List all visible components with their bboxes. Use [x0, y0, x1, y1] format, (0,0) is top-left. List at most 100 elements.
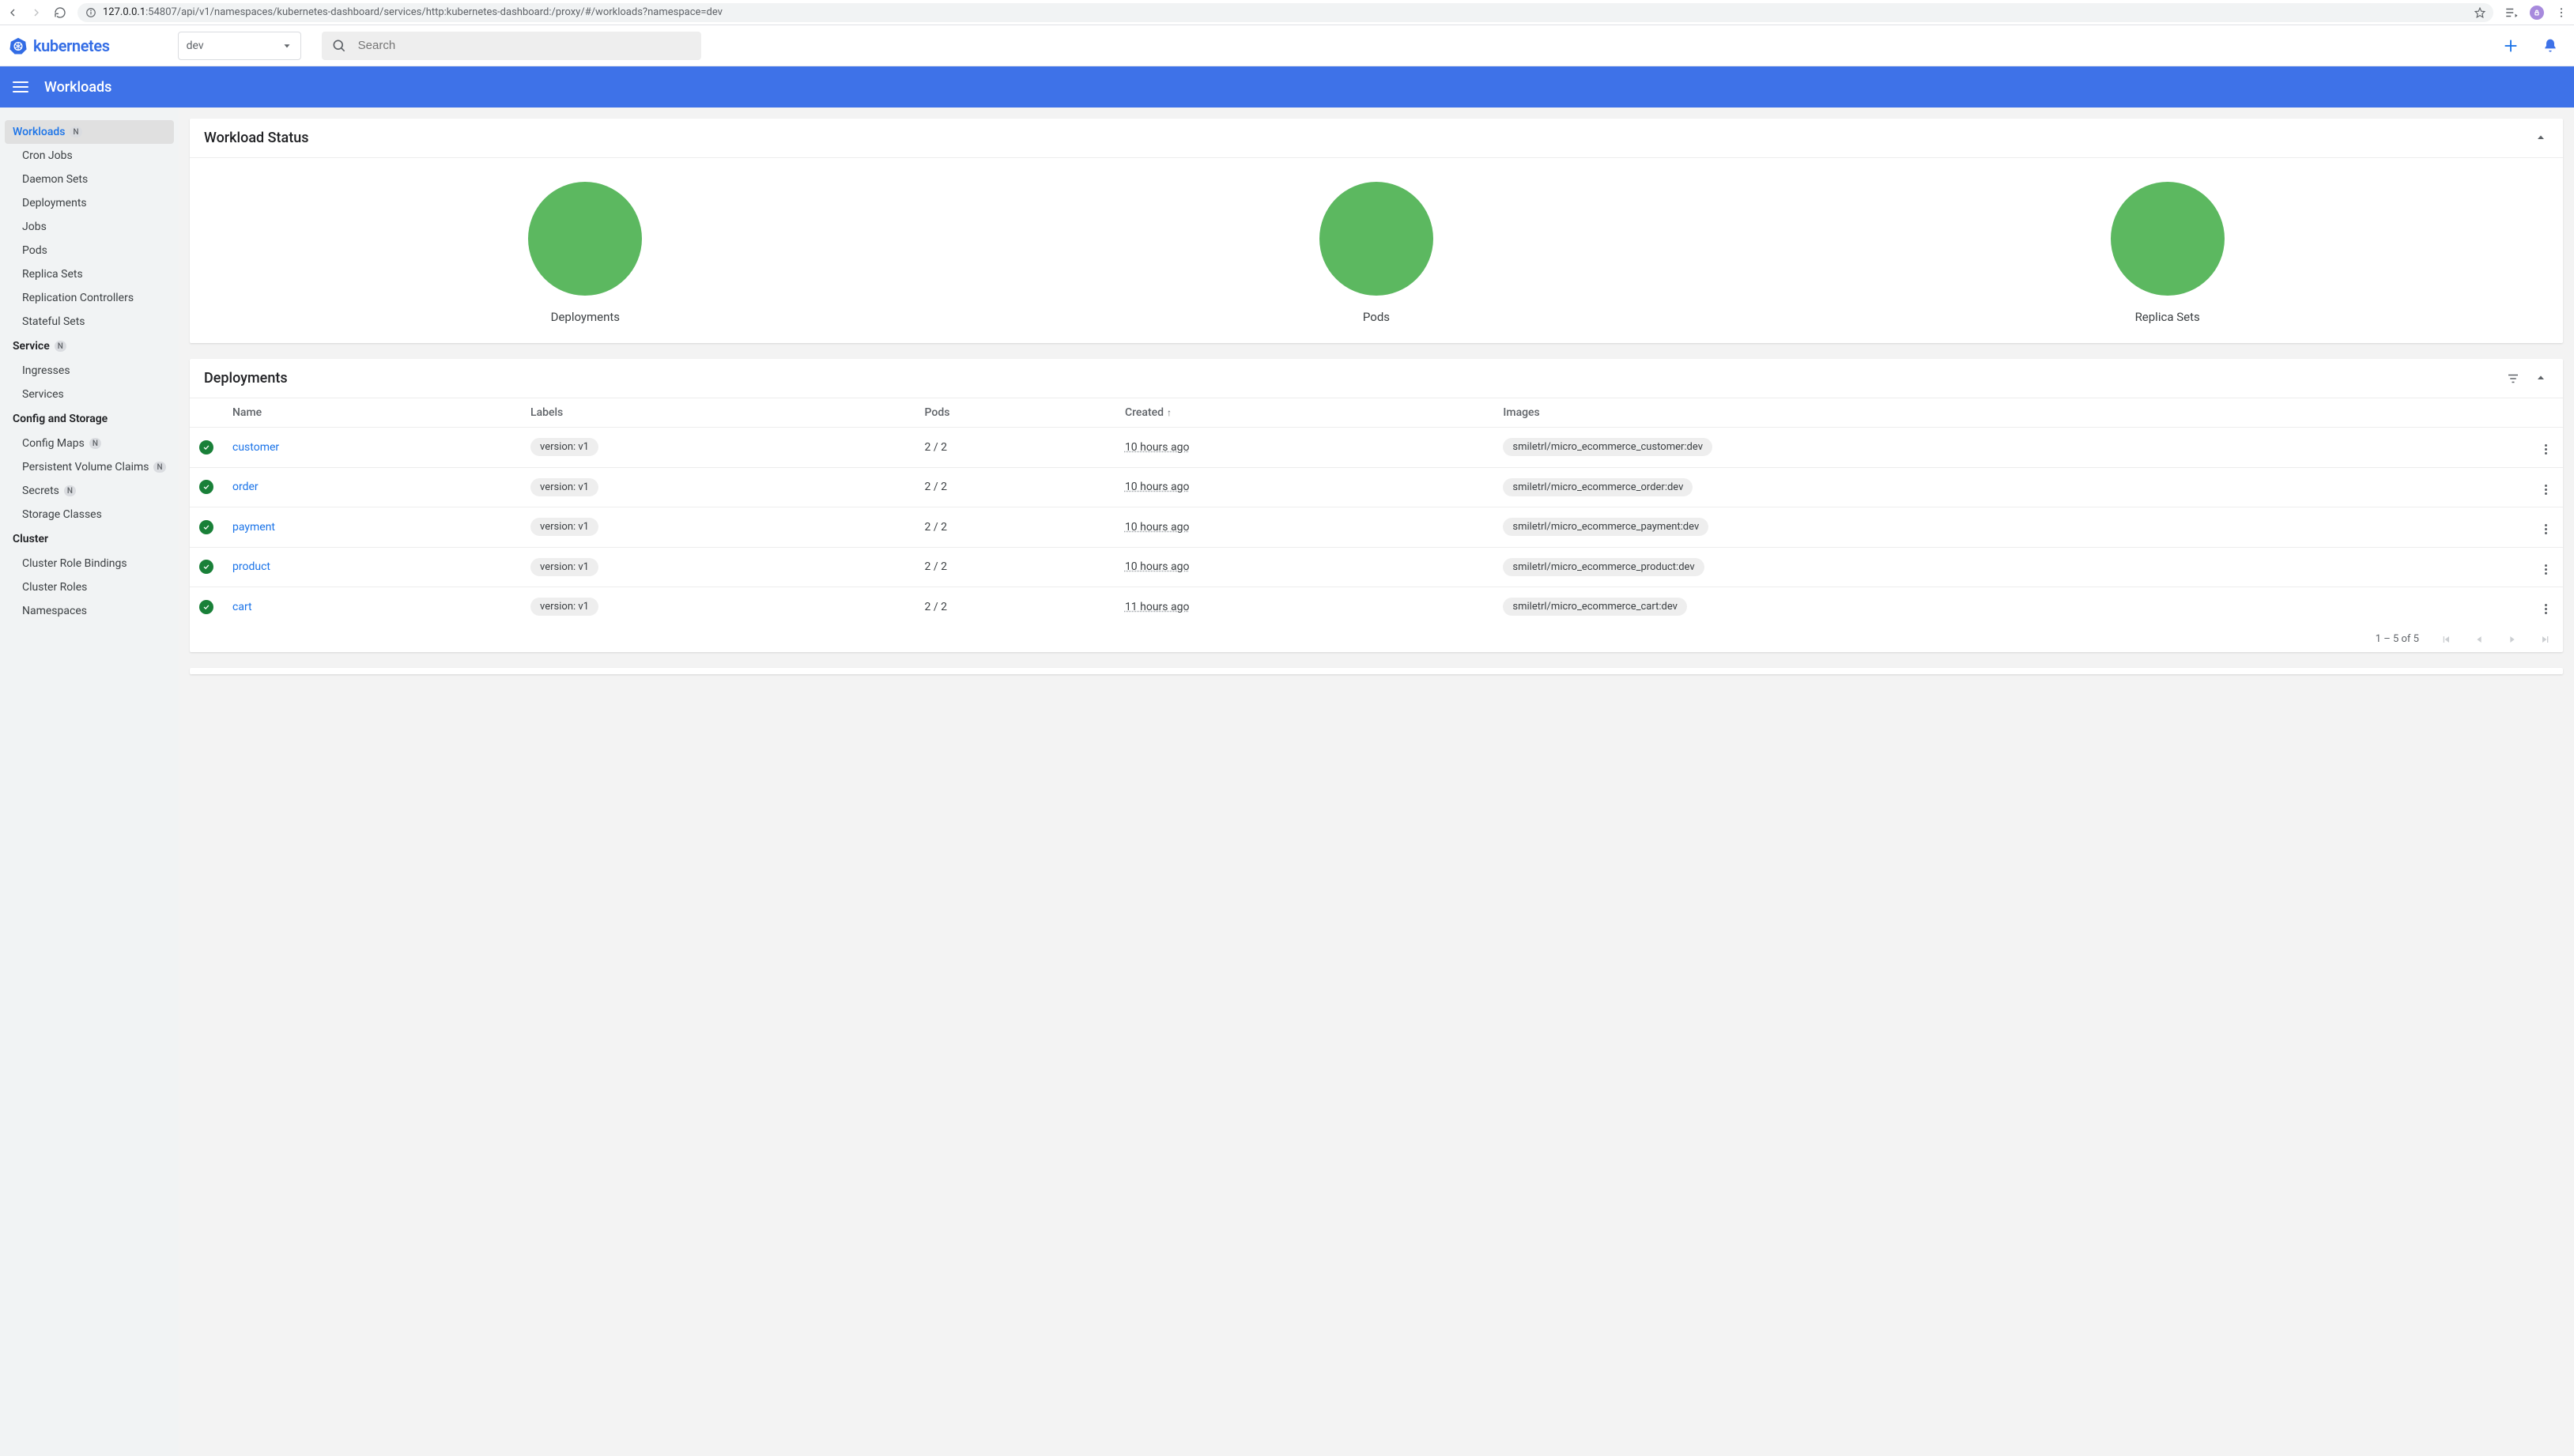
sidebar-section-service[interactable]: Service N [5, 334, 174, 359]
page-title: Workloads [44, 79, 111, 96]
sidebar-item-config-maps[interactable]: Config Maps N [5, 432, 174, 455]
namespace-value: dev [187, 40, 204, 52]
namespace-badge: N [55, 341, 66, 352]
browser-back-button[interactable] [6, 6, 19, 19]
notifications-button[interactable] [2536, 32, 2565, 60]
star-icon[interactable] [2474, 7, 2485, 18]
sidebar: Workloads N Cron Jobs Daemon Sets Deploy… [0, 108, 179, 1456]
status-pie-deployments: Deployments [528, 182, 642, 324]
playlist-icon[interactable] [2504, 6, 2519, 20]
browser-menu-icon[interactable] [2555, 6, 2568, 19]
collapse-toggle[interactable] [2534, 372, 2549, 386]
sort-arrow-up-icon: ↑ [1167, 407, 1172, 418]
app-top-bar: kubernetes dev [0, 25, 2574, 66]
filter-button[interactable] [2506, 372, 2520, 386]
row-actions-button[interactable] [2538, 481, 2553, 497]
pods-value: 2 / 2 [915, 587, 1115, 627]
created-value: 11 hours ago [1125, 601, 1190, 613]
deployment-name-link[interactable]: payment [232, 521, 275, 534]
row-actions-button[interactable] [2538, 442, 2553, 458]
deployment-name-link[interactable]: cart [232, 601, 252, 613]
sidebar-item-daemon-sets[interactable]: Daemon Sets [5, 168, 174, 191]
sidebar-item-storage-classes[interactable]: Storage Classes [5, 503, 174, 526]
plus-icon [2502, 37, 2519, 55]
sidebar-item-workloads[interactable]: Workloads N [5, 120, 174, 144]
table-row: customerversion: v12 / 210 hours agosmil… [190, 428, 2563, 468]
namespace-badge: N [64, 485, 76, 496]
deployments-table: Name Labels Pods Created↑ Images custome… [190, 398, 2563, 627]
page-prev-button[interactable] [2473, 633, 2485, 646]
page-next-icon [2506, 633, 2519, 646]
deployments-title: Deployments [204, 370, 288, 387]
chevron-up-icon [2534, 131, 2547, 144]
sidebar-item-replica-sets[interactable]: Replica Sets [5, 262, 174, 286]
status-ok-icon [199, 560, 213, 574]
search-box[interactable] [322, 32, 701, 60]
browser-address-bar[interactable]: 127.0.0.1:54807/api/v1/namespaces/kubern… [77, 3, 2493, 22]
sidebar-section-config[interactable]: Config and Storage [5, 406, 174, 432]
label-chip: version: v1 [530, 518, 598, 536]
sidebar-section-cluster[interactable]: Cluster [5, 526, 174, 552]
image-chip: smiletrl/micro_ecommerce_product:dev [1503, 558, 1704, 576]
sidebar-item-namespaces[interactable]: Namespaces [5, 599, 174, 623]
kubernetes-logo[interactable]: kubernetes [9, 36, 110, 55]
browser-reload-button[interactable] [54, 6, 66, 19]
page-last-icon [2539, 633, 2552, 646]
kubernetes-wheel-icon [9, 36, 27, 55]
sidebar-item-services[interactable]: Services [5, 383, 174, 406]
image-chip: smiletrl/micro_ecommerce_customer:dev [1503, 438, 1712, 456]
label-chip: version: v1 [530, 438, 598, 456]
logo-text: kubernetes [33, 36, 110, 55]
menu-toggle-button[interactable] [13, 79, 28, 95]
sidebar-item-replication-controllers[interactable]: Replication Controllers [5, 286, 174, 310]
row-actions-button[interactable] [2538, 561, 2553, 577]
created-value: 10 hours ago [1125, 521, 1190, 534]
sidebar-item-secrets[interactable]: Secrets N [5, 479, 174, 503]
image-chip: smiletrl/micro_ecommerce_cart:dev [1503, 598, 1687, 616]
url-path: :54807/api/v1/namespaces/kubernetes-dash… [145, 6, 723, 18]
workload-status-title: Workload Status [204, 130, 309, 146]
sidebar-item-stateful-sets[interactable]: Stateful Sets [5, 310, 174, 334]
pie-icon [2111, 182, 2225, 296]
sidebar-item-cluster-roles[interactable]: Cluster Roles [5, 575, 174, 599]
row-actions-button[interactable] [2538, 602, 2553, 617]
browser-forward-button[interactable] [30, 6, 43, 19]
col-labels[interactable]: Labels [521, 398, 915, 428]
namespace-select[interactable]: dev [178, 32, 301, 60]
deployment-name-link[interactable]: product [232, 560, 270, 573]
deployment-name-link[interactable]: order [232, 481, 259, 493]
col-name[interactable]: Name [223, 398, 521, 428]
table-row: productversion: v12 / 210 hours agosmile… [190, 547, 2563, 587]
col-images[interactable]: Images [1493, 398, 2528, 428]
page-header: Workloads [0, 66, 2574, 108]
sidebar-item-deployments[interactable]: Deployments [5, 191, 174, 215]
create-button[interactable] [2497, 32, 2525, 60]
deployment-name-link[interactable]: customer [232, 441, 279, 454]
pods-value: 2 / 2 [915, 428, 1115, 468]
chevron-up-icon [2534, 372, 2547, 384]
col-pods[interactable]: Pods [915, 398, 1115, 428]
url-host: 127.0.0.1 [103, 6, 145, 18]
sidebar-item-jobs[interactable]: Jobs [5, 215, 174, 239]
sidebar-item-cluster-role-bindings[interactable]: Cluster Role Bindings [5, 552, 174, 575]
row-actions-button[interactable] [2538, 522, 2553, 538]
col-created[interactable]: Created↑ [1115, 398, 1493, 428]
label-chip: version: v1 [530, 478, 598, 496]
sidebar-item-cron-jobs[interactable]: Cron Jobs [5, 144, 174, 168]
sidebar-item-pvc[interactable]: Persistent Volume Claims N [5, 455, 174, 479]
page-first-button[interactable] [2440, 633, 2452, 646]
label-chip: version: v1 [530, 558, 598, 576]
sidebar-item-pods[interactable]: Pods [5, 239, 174, 262]
image-chip: smiletrl/micro_ecommerce_order:dev [1503, 478, 1693, 496]
collapse-toggle[interactable] [2534, 131, 2549, 145]
sidebar-item-ingresses[interactable]: Ingresses [5, 359, 174, 383]
page-prev-icon [2473, 633, 2485, 646]
image-chip: smiletrl/micro_ecommerce_payment:dev [1503, 518, 1708, 536]
profile-avatar[interactable] [2530, 6, 2544, 20]
page-last-button[interactable] [2539, 633, 2552, 646]
label-chip: version: v1 [530, 598, 598, 616]
search-input[interactable] [358, 39, 692, 52]
namespace-badge: N [153, 462, 165, 473]
page-next-button[interactable] [2506, 633, 2519, 646]
pods-value: 2 / 2 [915, 467, 1115, 507]
